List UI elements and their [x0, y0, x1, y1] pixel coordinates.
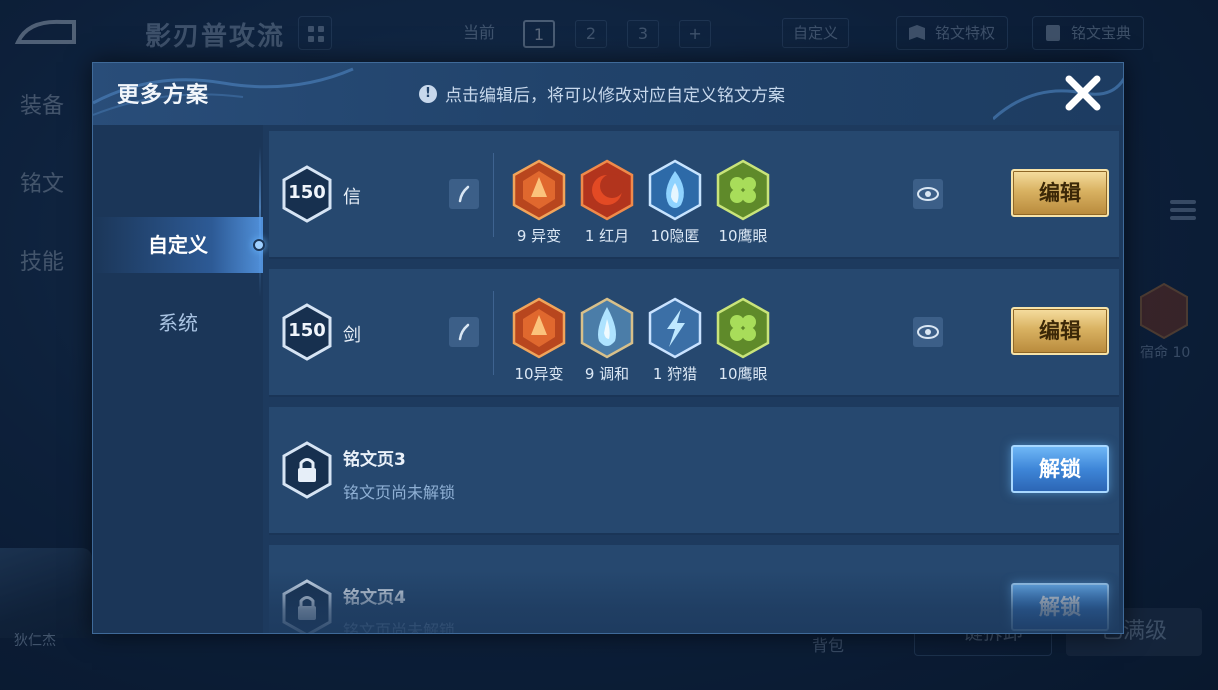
side-nav-custom-label: 自定义 — [148, 233, 208, 257]
green-clover-rune-icon — [716, 159, 770, 221]
rename-button[interactable] — [449, 317, 479, 347]
modal-header: 更多方案 ! 点击编辑后，将可以修改对应自定义铭文方案 — [93, 63, 1123, 125]
plan-name: 信 — [343, 187, 361, 208]
lock-icon — [282, 441, 332, 499]
plan-card: 150 剑 10异变 9 调和 1 狩猎 10鹰眼 编辑 — [269, 269, 1119, 397]
level-value: 150 — [288, 182, 326, 203]
rune-item[interactable]: 1 红月 — [573, 159, 641, 246]
blue-flame-rune-icon — [648, 159, 702, 221]
unlock-button[interactable]: 解锁 — [1011, 583, 1109, 631]
rune-item[interactable]: 10异变 — [505, 297, 573, 384]
active-indicator-dot — [253, 239, 265, 251]
lock-badge — [281, 441, 333, 499]
lock-badge — [281, 579, 333, 633]
notice-label: 点击编辑后，将可以修改对应自定义铭文方案 — [445, 86, 785, 106]
rune-item[interactable]: 10鹰眼 — [709, 159, 777, 246]
page-title: 铭文页3 — [343, 450, 406, 470]
pen-icon — [458, 323, 470, 341]
side-nav-custom[interactable]: 自定义 — [93, 217, 265, 273]
eye-icon — [917, 325, 939, 339]
rename-button[interactable] — [449, 179, 479, 209]
pen-icon — [458, 185, 470, 203]
plan-name: 剑 — [343, 325, 361, 346]
rune-item[interactable]: 10隐匿 — [641, 159, 709, 246]
side-nav-system[interactable]: 系统 — [93, 295, 263, 351]
crescent-moon-rune-icon — [580, 159, 634, 221]
rune-label: 1 红月 — [584, 227, 630, 245]
rune-label: 10异变 — [514, 365, 564, 383]
rune-item[interactable]: 9 调和 — [573, 297, 641, 384]
notice-text: ! 点击编辑后，将可以修改对应自定义铭文方案 — [419, 81, 785, 106]
blue-drop-rune-icon — [580, 297, 634, 359]
level-badge: 150 — [281, 303, 333, 361]
page-title: 铭文页4 — [343, 588, 406, 608]
unlock-button[interactable]: 解锁 — [1011, 445, 1109, 493]
rune-label: 10鹰眼 — [718, 227, 768, 245]
rune-item[interactable]: 9 异变 — [505, 159, 573, 246]
side-nav-system-label: 系统 — [158, 311, 198, 335]
info-icon: ! — [419, 84, 437, 103]
edit-button[interactable]: 编辑 — [1011, 307, 1109, 355]
divider — [493, 153, 494, 237]
lightning-rune-icon — [648, 297, 702, 359]
rune-set: 9 异变 1 红月 10隐匿 10鹰眼 — [505, 159, 777, 246]
rune-label: 10隐匿 — [650, 227, 700, 245]
plan-list: 150 信 9 异变 1 红月 10隐匿 10鹰眼 编辑 150 剑 10异变 … — [269, 131, 1119, 634]
level-badge: 150 — [281, 165, 333, 223]
red-gem-rune-icon — [512, 297, 566, 359]
green-clover-rune-icon — [716, 297, 770, 359]
side-nav: 自定义 系统 — [93, 125, 265, 633]
close-icon[interactable] — [1059, 69, 1107, 117]
plan-card: 150 信 9 异变 1 红月 10隐匿 10鹰眼 编辑 — [269, 131, 1119, 259]
modal-title: 更多方案 — [117, 83, 210, 108]
divider — [493, 291, 494, 375]
preview-button[interactable] — [913, 317, 943, 347]
level-value: 150 — [288, 320, 326, 341]
rune-item[interactable]: 1 狩猎 — [641, 297, 709, 384]
more-plans-modal: 更多方案 ! 点击编辑后，将可以修改对应自定义铭文方案 自定义 系统 150 信… — [92, 62, 1124, 634]
eye-icon — [917, 187, 939, 201]
lock-icon — [282, 579, 332, 633]
rune-label: 10鹰眼 — [718, 365, 768, 383]
rune-label: 9 异变 — [516, 227, 562, 245]
page-subtitle: 铭文页尚未解锁 — [343, 483, 456, 502]
edit-button[interactable]: 编辑 — [1011, 169, 1109, 217]
page-subtitle: 铭文页尚未解锁 — [343, 621, 456, 634]
locked-page-card: 铭文页4 铭文页尚未解锁 解锁 — [269, 545, 1119, 634]
rune-item[interactable]: 10鹰眼 — [709, 297, 777, 384]
preview-button[interactable] — [913, 179, 943, 209]
rune-label: 1 狩猎 — [652, 365, 698, 383]
locked-page-card: 铭文页3 铭文页尚未解锁 解锁 — [269, 407, 1119, 535]
rune-label: 9 调和 — [584, 365, 630, 383]
rune-set: 10异变 9 调和 1 狩猎 10鹰眼 — [505, 297, 777, 384]
red-gem-rune-icon — [512, 159, 566, 221]
